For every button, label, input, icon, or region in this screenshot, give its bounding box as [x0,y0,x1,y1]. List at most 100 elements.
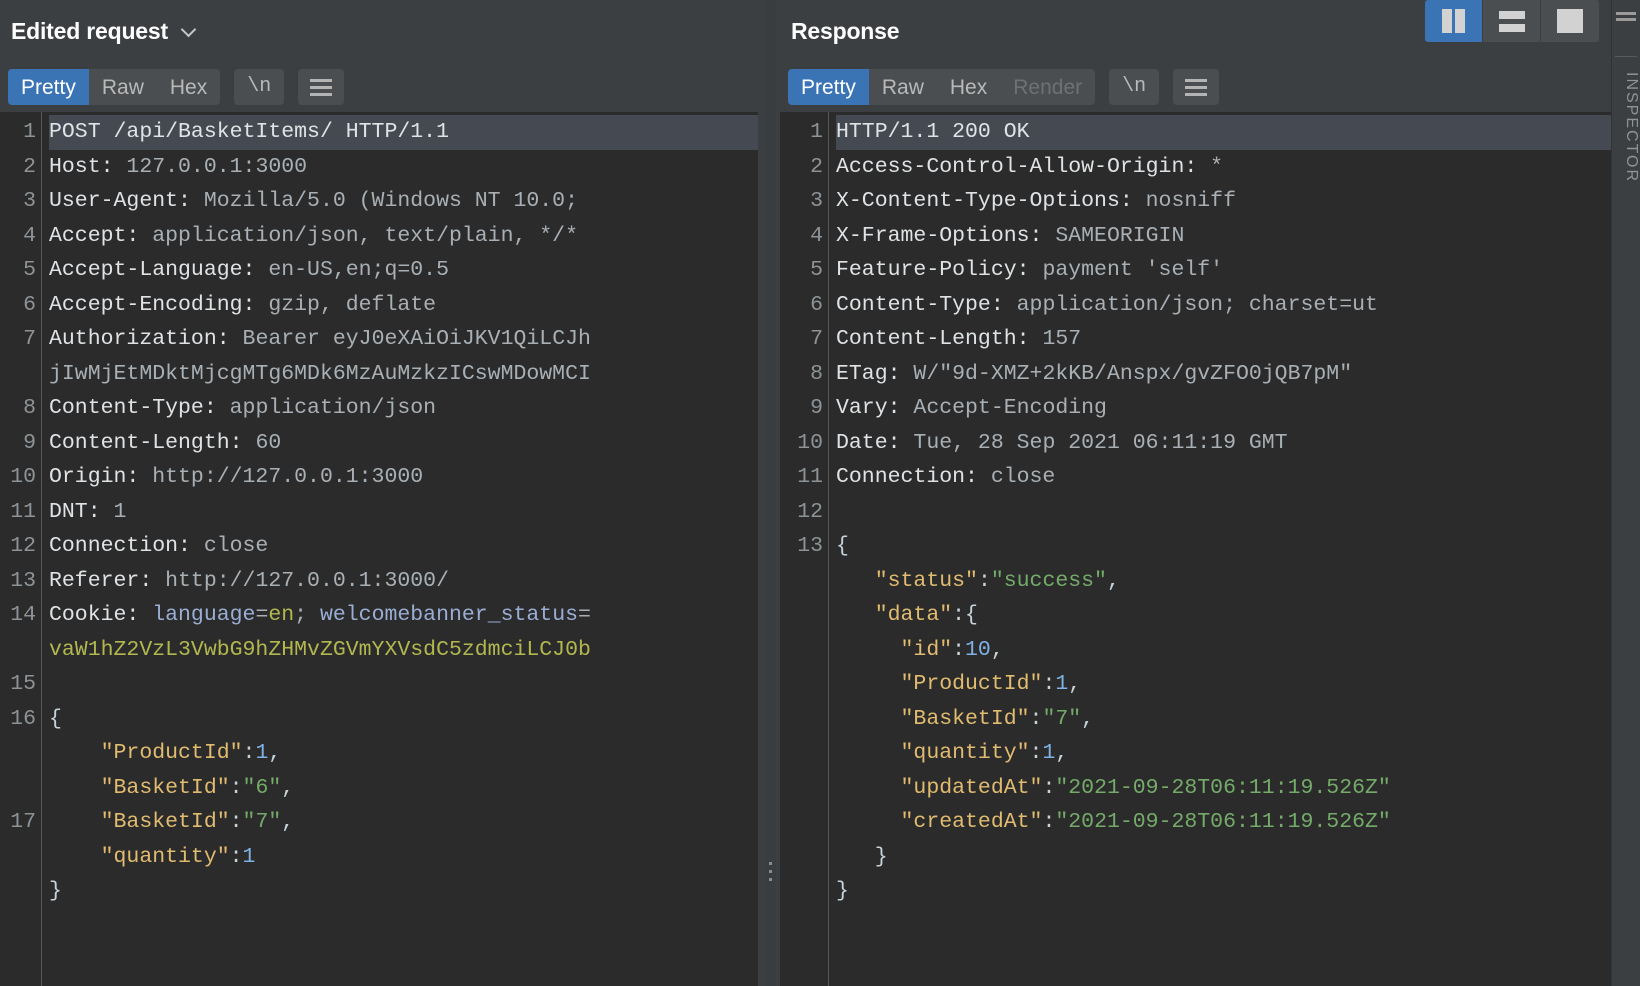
code-line[interactable]: Content-Type: application/json [49,391,758,426]
response-newline-button[interactable]: \n [1109,69,1159,105]
code-line[interactable]: POST /api/BasketItems/ HTTP/1.1 [49,115,758,150]
code-line[interactable]: { [836,529,1611,564]
code-token: Connection: [836,465,991,489]
line-number: 6 [23,292,36,317]
code-line[interactable]: Content-Length: 157 [836,322,1611,357]
request-newline-button[interactable]: \n [234,69,284,105]
code-line[interactable]: User-Agent: Mozilla/5.0 (Windows NT 10.0… [49,184,758,219]
layout-side-by-side-button[interactable] [1425,0,1483,42]
chevron-down-icon[interactable] [181,22,199,40]
layout-single-button[interactable] [1541,0,1599,42]
tab-response-pretty[interactable]: Pretty [788,69,869,105]
code-line[interactable]: "createdAt":"2021-09-28T06:11:19.526Z" [836,805,1611,840]
code-line[interactable]: } [836,874,1611,909]
code-line[interactable]: ETag: W/"9d-XMZ+2kKB/Anspx/gvZFO0jQB7pM" [836,357,1611,392]
code-line[interactable]: } [49,874,758,909]
line-number [0,771,36,806]
code-token: language [152,603,256,627]
request-code[interactable]: POST /api/BasketItems/ HTTP/1.1 Host: 127… [42,112,758,986]
code-token: 1 [242,844,256,869]
code-line[interactable]: "BasketId":"7", [836,702,1611,737]
code-line[interactable]: X-Frame-Options: SAMEORIGIN [836,219,1611,254]
code-line[interactable]: Connection: close [836,460,1611,495]
request-menu-button[interactable] [298,69,344,105]
tab-response-raw[interactable]: Raw [869,69,937,105]
code-token: Content-Length: [49,430,256,455]
code-token: Vary: [836,396,914,420]
code-line[interactable]: } [836,840,1611,875]
code-line[interactable]: Date: Tue, 28 Sep 2021 06:11:19 GMT [836,426,1611,461]
code-line[interactable]: jIwMjEtMDktMjcgMTg6MDk6MzAuMzkzICswMDowM… [49,357,758,392]
code-token: Referer: [49,568,166,593]
response-menu-group [1173,69,1220,105]
code-line[interactable]: vaW1hZ2VzL3VwbG9hZHMvZGVmYXVsdC5zdmciLCJ… [49,633,758,668]
code-line[interactable]: "ProductId":1, [836,667,1611,702]
code-line[interactable]: "status":"success", [836,564,1611,599]
code-line[interactable]: "BasketId":"6", [49,771,758,806]
code-token: : [1042,672,1056,696]
code-token: close [990,465,1056,489]
line-number [0,874,36,909]
inspector-menu-icon[interactable] [1616,12,1636,21]
code-line[interactable]: Content-Type: application/json; charset=… [836,288,1611,323]
code-token: jIwMjEtMDktMjcgMTg6MDk6MzAuMzkzICswMDowM… [49,361,591,386]
response-editor[interactable]: 1 2 3 4 5 6 7 8 9 10 11 12 13 HTTP/1.1 200 OK Access-… [780,112,1611,986]
code-line[interactable] [49,667,758,702]
code-line[interactable]: Origin: http://127.0.0.1:3000 [49,460,758,495]
response-toolbar: Pretty Raw Hex Render \n [780,62,1611,112]
code-token: : [1042,810,1056,834]
code-line[interactable]: DNT: 1 [49,495,758,530]
request-editor[interactable]: 1234567 8 9 10 11 12 13 14 15 16 17 POST /api/B… [0,112,758,986]
code-line[interactable]: Accept-Encoding: gzip, deflate [49,288,758,323]
response-code[interactable]: HTTP/1.1 200 OK Access-Control-Allow-Orig… [829,112,1611,986]
pane-splitter[interactable] [758,0,780,986]
tab-response-hex[interactable]: Hex [937,69,1000,105]
code-line[interactable]: { [49,702,758,737]
code-token: application/json; charset=ut [1016,292,1378,317]
code-line[interactable]: Host: 127.0.0.1:3000 [49,150,758,185]
code-line[interactable] [836,495,1611,530]
code-line[interactable]: "quantity":1 [49,840,758,875]
request-view-tabs: Pretty Raw Hex [8,69,221,105]
code-line[interactable]: Access-Control-Allow-Origin: * [836,150,1611,185]
code-line[interactable]: Accept-Language: en-US,en;q=0.5 [49,253,758,288]
code-line[interactable]: "data":{ [836,598,1611,633]
code-line[interactable]: Content-Length: 60 [49,426,758,461]
line-number: 17 [10,810,36,834]
code-line[interactable]: X-Content-Type-Options: nosniff [836,184,1611,219]
code-token: Accept-Language: [49,258,269,282]
code-line[interactable]: "updatedAt":"2021-09-28T06:11:19.526Z" [836,771,1611,806]
hamburger-icon-line [310,92,333,96]
code-line[interactable]: "id":10, [836,633,1611,668]
code-line[interactable]: "ProductId":1, [49,736,758,771]
code-line[interactable]: Connection: close [49,529,758,564]
code-token: application/json, text/plain, */* [152,223,578,248]
tab-request-raw[interactable]: Raw [89,69,157,105]
square-icon [1557,9,1583,33]
code-token: : [977,568,991,593]
line-number [780,840,823,875]
layout-top-bottom-button[interactable] [1483,0,1541,42]
inspector-rail[interactable]: INSPECTOR [1611,0,1640,986]
line-number: 8 [810,361,823,386]
tab-response-render: Render [1000,69,1095,105]
code-token: HTTP/1.1 200 OK [836,120,1030,144]
code-line[interactable]: Cookie: language=en; welcomebanner_statu… [49,598,758,633]
code-line[interactable]: "BasketId":"7", [49,805,758,840]
code-line[interactable]: Vary: Accept-Encoding [836,391,1611,426]
splitter-grip-icon[interactable] [769,862,774,886]
tab-request-pretty[interactable]: Pretty [8,69,89,105]
line-number: 2 [23,154,36,179]
code-line[interactable]: Referer: http://127.0.0.1:3000/ [49,564,758,599]
code-token: Access-Control-Allow-Origin: [836,154,1211,179]
code-line[interactable]: "quantity":1, [836,736,1611,771]
code-line[interactable]: HTTP/1.1 200 OK [836,115,1611,150]
code-line[interactable]: Accept: application/json, text/plain, */… [49,219,758,254]
code-line[interactable]: Feature-Policy: payment 'self' [836,253,1611,288]
tab-request-hex[interactable]: Hex [157,69,220,105]
response-menu-button[interactable] [1173,69,1219,105]
code-line[interactable]: Authorization: Bearer eyJ0eXAiOiJKV1QiLC… [49,322,758,357]
code-token: , [1055,741,1069,765]
burp-message-editor: Edited request Pretty Raw Hex \n 1 2 3 4… [0,0,1640,986]
